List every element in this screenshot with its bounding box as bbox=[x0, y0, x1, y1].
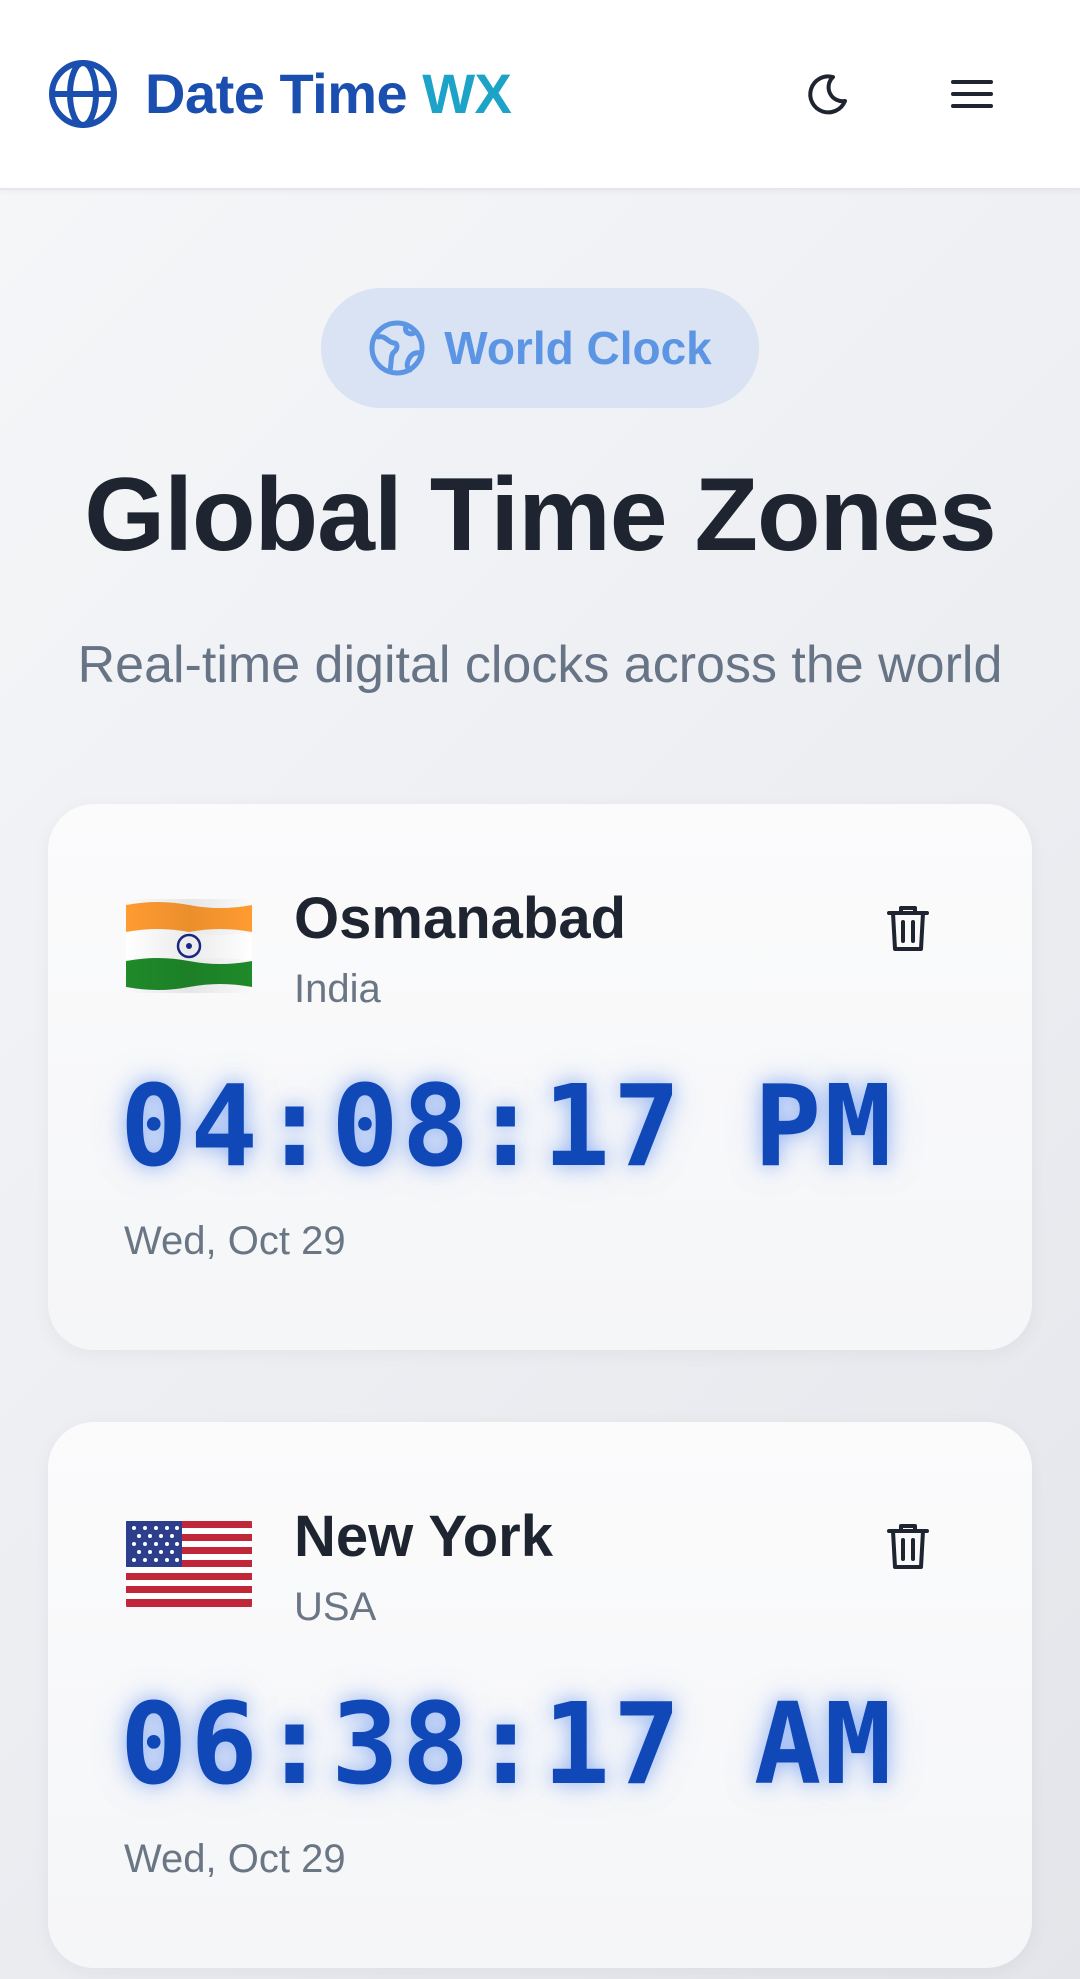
trash-icon bbox=[887, 906, 929, 951]
delete-clock-button[interactable] bbox=[878, 898, 938, 958]
india-flag-icon bbox=[126, 899, 252, 993]
clock-card: Osmanabad India 04:08:17 PM Wed, Oct 29 bbox=[48, 804, 1032, 1350]
clock-card: New York USA 06:38:17 AM Wed, Oct 29 bbox=[48, 1422, 1032, 1968]
page-title: Global Time Zones bbox=[84, 457, 996, 573]
app-header: Date Time WX bbox=[0, 0, 1080, 190]
city-name: Osmanabad bbox=[294, 886, 626, 951]
usa-flag-icon bbox=[126, 1521, 252, 1607]
world-clock-badge[interactable]: World Clock bbox=[321, 288, 759, 408]
menu-button[interactable] bbox=[944, 66, 1000, 122]
moon-icon bbox=[808, 74, 847, 115]
trash-icon bbox=[887, 1524, 929, 1569]
brand-name-part2: WX bbox=[422, 62, 512, 125]
badge-label: World Clock bbox=[444, 322, 712, 374]
brand-logo[interactable]: Date Time WX bbox=[145, 56, 512, 132]
clock-time: 06:38:17 AM bbox=[120, 1680, 895, 1810]
clock-date: Wed, Oct 29 bbox=[124, 1837, 346, 1881]
earth-icon bbox=[369, 320, 425, 376]
city-name: New York bbox=[294, 1504, 553, 1569]
hamburger-menu-icon bbox=[951, 80, 993, 108]
country-name: India bbox=[294, 967, 381, 1011]
globe-icon[interactable] bbox=[48, 59, 118, 129]
page-subtitle: Real-time digital clocks across the worl… bbox=[77, 636, 1003, 694]
theme-toggle-button[interactable] bbox=[800, 66, 856, 122]
country-name: USA bbox=[294, 1585, 377, 1629]
clock-time: 04:08:17 PM bbox=[120, 1062, 895, 1192]
clock-date: Wed, Oct 29 bbox=[124, 1219, 346, 1263]
brand-name-part1: Date Time bbox=[145, 62, 408, 125]
delete-clock-button[interactable] bbox=[878, 1516, 938, 1576]
